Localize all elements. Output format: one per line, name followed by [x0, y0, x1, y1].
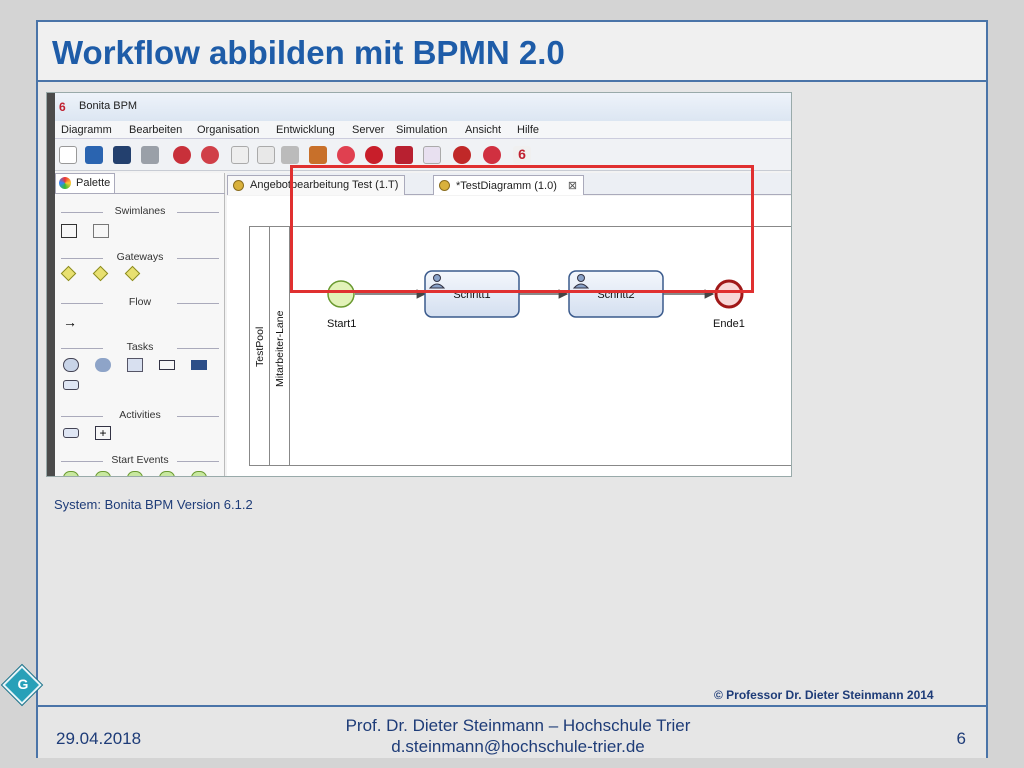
g-badge-letter: G: [17, 676, 29, 692]
timer-start-event-icon[interactable]: [127, 471, 143, 476]
palette-panel: Palette Swimlanes Gateways Flow → Tasks: [55, 173, 225, 476]
section-swimlanes: Swimlanes: [61, 205, 219, 217]
caption: System: Bonita BPM Version 6.1.2: [54, 497, 253, 512]
human-task-icon[interactable]: [95, 358, 111, 372]
configure-icon[interactable]: [309, 146, 327, 164]
start-event-label: Start1: [327, 318, 356, 330]
copyright-note: © Professor Dr. Dieter Steinmann 2014: [714, 688, 934, 702]
cut-icon[interactable]: [231, 146, 249, 164]
user-icon[interactable]: [395, 146, 413, 164]
error-start-event-icon[interactable]: [191, 471, 207, 476]
import-icon[interactable]: [173, 146, 191, 164]
receive-task-icon[interactable]: [159, 360, 175, 370]
section-activities: Activities: [61, 409, 219, 421]
subprocess-icon[interactable]: +: [95, 426, 111, 440]
window-edge: [47, 93, 55, 476]
copy-icon[interactable]: [257, 146, 275, 164]
help-icon[interactable]: [483, 146, 501, 164]
menu-organisation[interactable]: Organisation: [197, 124, 259, 136]
message-start-event-icon[interactable]: [95, 471, 111, 476]
footer-email[interactable]: d.steinmann@hochschule-trier.de: [298, 736, 738, 757]
page-number: 6: [956, 729, 966, 748]
menu-bar: Diagramm Bearbeiten Organisation Entwick…: [55, 121, 791, 139]
send-task-icon[interactable]: [191, 360, 207, 370]
menu-entwicklung[interactable]: Entwicklung: [276, 124, 335, 136]
settings-gear-icon[interactable]: [453, 146, 471, 164]
bonita-logo-icon: 6: [59, 100, 66, 114]
menu-hilfe[interactable]: Hilfe: [517, 124, 539, 136]
pool-tool-icon[interactable]: [61, 224, 77, 238]
run-icon[interactable]: [337, 146, 355, 164]
palette-tab-label: Palette: [76, 177, 111, 189]
palette-tab[interactable]: Palette: [55, 173, 115, 193]
app-title: Bonita BPM: [79, 100, 138, 112]
end-event-label: Ende1: [713, 318, 745, 330]
palette-body: Swimlanes Gateways Flow → Tasks Activiti…: [55, 193, 225, 476]
debug-icon[interactable]: [365, 146, 383, 164]
section-tasks: Tasks: [61, 341, 219, 353]
diagram-tab-icon: [233, 180, 244, 191]
palette-icon: [59, 177, 71, 189]
lane-tool-icon[interactable]: [93, 224, 109, 238]
start-event-icon[interactable]: [63, 471, 79, 476]
menu-server[interactable]: Server: [352, 124, 384, 136]
signal-start-event-icon[interactable]: [159, 471, 175, 476]
menu-simulation[interactable]: Simulation: [396, 124, 447, 136]
print-icon[interactable]: [141, 146, 159, 164]
slide-title: Workflow abbilden mit BPMN 2.0: [52, 34, 565, 71]
menu-diagramm[interactable]: Diagramm: [61, 124, 112, 136]
footer: 29.04.2018 Prof. Dr. Dieter Steinmann – …: [38, 705, 986, 758]
paste-icon[interactable]: [281, 146, 299, 164]
menu-ansicht[interactable]: Ansicht: [465, 124, 501, 136]
slide-frame: Workflow abbilden mit BPMN 2.0 6 Bonita …: [36, 20, 988, 758]
section-gateways: Gateways: [61, 251, 219, 263]
bonita-portal-icon[interactable]: 6: [513, 146, 531, 164]
footer-author-line: Prof. Dr. Dieter Steinmann – Hochschule …: [345, 716, 691, 735]
section-flow: Flow: [61, 296, 219, 308]
parallel-gateway-icon[interactable]: [60, 265, 77, 282]
title-bar: Workflow abbilden mit BPMN 2.0: [38, 22, 986, 82]
app-titlebar: 6 Bonita BPM: [55, 93, 791, 121]
service-task-icon[interactable]: [63, 358, 79, 372]
inclusive-gateway-icon[interactable]: [124, 265, 141, 282]
call-activity-icon[interactable]: [63, 428, 79, 438]
abstract-task-icon[interactable]: [63, 380, 79, 390]
script-task-icon[interactable]: [127, 358, 143, 372]
exclusive-gateway-icon[interactable]: [92, 265, 109, 282]
highlight-box: [290, 165, 754, 293]
sequence-flow-icon[interactable]: →: [63, 315, 79, 329]
menu-bearbeiten[interactable]: Bearbeiten: [129, 124, 182, 136]
save-icon[interactable]: [113, 146, 131, 164]
new-diagram-icon[interactable]: [59, 146, 77, 164]
search-icon[interactable]: [423, 146, 441, 164]
slide: Workflow abbilden mit BPMN 2.0 6 Bonita …: [0, 0, 1024, 768]
export-icon[interactable]: [201, 146, 219, 164]
footer-date: 29.04.2018: [56, 729, 142, 748]
open-icon[interactable]: [85, 146, 103, 164]
section-start-events: Start Events: [61, 454, 219, 466]
footer-author: Prof. Dr. Dieter Steinmann – Hochschule …: [298, 715, 738, 757]
